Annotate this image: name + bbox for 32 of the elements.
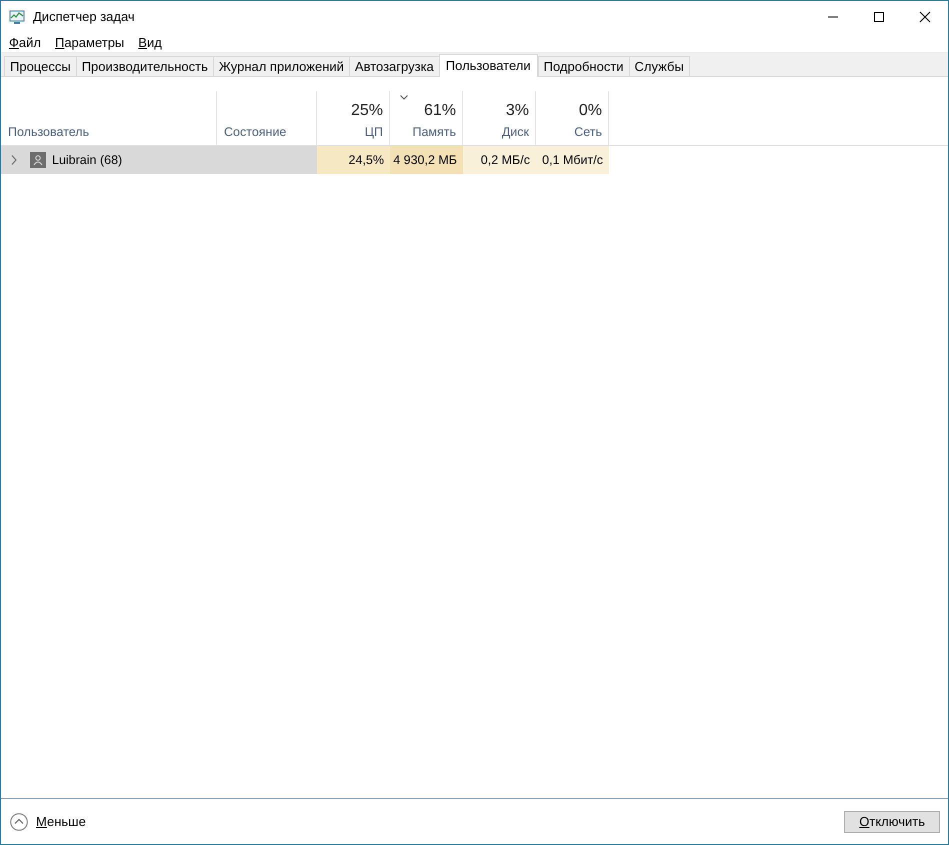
column-header[interactable]: 61% Память <box>390 91 463 145</box>
column-header[interactable]: Пользователь <box>1 91 217 145</box>
table-cell: 24,5% <box>317 146 390 174</box>
tab[interactable]: Производительность <box>76 56 214 76</box>
tab[interactable]: Автозагрузка <box>348 56 440 76</box>
menu-item[interactable]: Параметры <box>54 32 124 52</box>
window-title: Диспетчер задач <box>33 8 135 26</box>
maximize-icon <box>873 11 885 23</box>
user-name: Luibrain (68) <box>52 152 122 169</box>
expand-chevron-icon[interactable] <box>10 155 18 165</box>
monitor-icon <box>9 9 25 25</box>
fewer-details-toggle[interactable]: Меньше <box>10 812 86 832</box>
table-cell: 0,1 Мбит/с <box>536 146 609 174</box>
table-cell: 4 930,2 МБ <box>390 146 463 174</box>
column-header[interactable]: Состояние <box>217 91 317 145</box>
user-avatar-icon <box>30 152 46 168</box>
tab[interactable]: Журнал приложений <box>212 56 350 76</box>
column-header[interactable]: 3% Диск <box>463 91 536 145</box>
disconnect-button[interactable]: Отключить <box>844 810 940 832</box>
tab[interactable]: Пользователи <box>438 54 538 77</box>
collapse-chevron-icon <box>10 812 28 830</box>
table-cell: 0,2 МБ/с <box>463 146 536 174</box>
column-header[interactable]: 25% ЦП <box>317 91 390 145</box>
close-icon <box>919 11 931 23</box>
tab[interactable]: Процессы <box>4 56 77 76</box>
tab[interactable]: Подробности <box>538 56 630 76</box>
column-header[interactable]: 0% Сеть <box>536 91 609 145</box>
tab[interactable]: Службы <box>628 56 690 76</box>
sort-caret-icon <box>400 95 408 100</box>
user-row[interactable]: Luibrain (68) 24,5% 4 930,2 МБ 0,2 МБ/с 0,1 Мбит/с <box>1 146 948 174</box>
menu-item[interactable]: Вид <box>138 32 162 52</box>
menu-item[interactable]: Файл <box>9 32 41 52</box>
